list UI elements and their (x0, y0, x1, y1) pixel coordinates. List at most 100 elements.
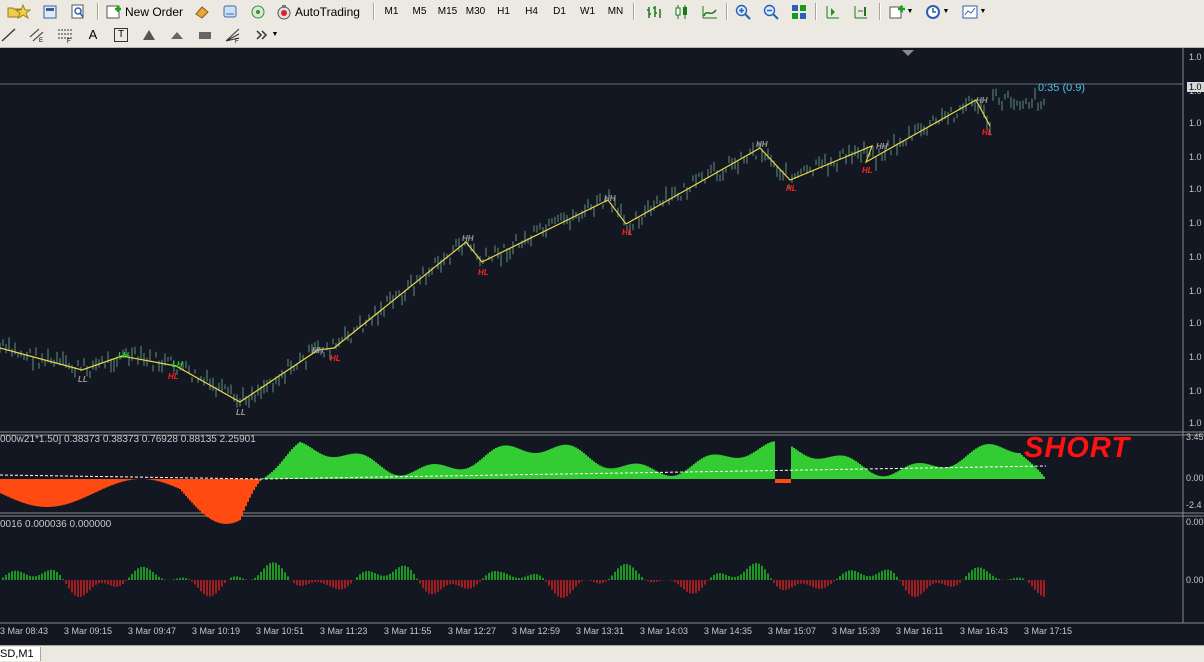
chevron-down-icon: ▼ (942, 8, 950, 15)
zoom-out-icon[interactable] (762, 2, 780, 21)
chart-shift-icon[interactable] (852, 2, 870, 21)
auto-trading-label: AutoTrading (295, 4, 360, 19)
equidistant-channel-icon[interactable]: E (28, 25, 46, 44)
fibonacci-icon[interactable]: F (56, 25, 74, 44)
favorites-icon[interactable] (14, 2, 32, 21)
time-label: 3 Mar 10:51 (256, 626, 305, 636)
timeframe-mn[interactable]: MN (602, 2, 629, 21)
timeframe-m15[interactable]: M15 (434, 2, 461, 21)
fibonacci-fan-icon[interactable]: F (224, 25, 242, 44)
swing-label: HL (982, 128, 993, 137)
scroll-chart-icon[interactable] (824, 2, 842, 21)
time-label: 3 Mar 10:19 (192, 626, 241, 636)
short-signal-label: SHORT (1024, 432, 1130, 464)
swing-label: LH (118, 351, 129, 360)
swing-label: HL (168, 372, 179, 381)
arrow-icon[interactable] (140, 25, 158, 44)
new-order-button[interactable]: New Order (106, 2, 186, 21)
timeframe-m30[interactable]: M30 (462, 2, 489, 21)
chart-window[interactable]: 1.01.01.01.01.01.01.01.01.01.01.01.0 1.0… (0, 48, 1204, 645)
periods-button[interactable]: ▼ (922, 2, 952, 21)
swing-label: HL (478, 268, 489, 277)
swing-label: HL (786, 184, 797, 193)
swing-label: LL (236, 408, 246, 417)
swing-label: LL (78, 375, 88, 384)
candle-chart-icon[interactable] (673, 2, 691, 21)
time-label: 3 Mar 09:15 (64, 626, 113, 636)
indicator1-label: 000w21*1.50] 0.38373 0.38373 0.76928 0.8… (0, 434, 256, 445)
swing-label: HH (312, 346, 324, 355)
time-label: 3 Mar 17:15 (1024, 626, 1073, 636)
auto-trading-icon (277, 4, 291, 19)
swing-label: HH (756, 140, 768, 149)
periods-icon (925, 4, 940, 19)
chart-tab[interactable]: SD,M1 (0, 647, 41, 661)
time-label: 3 Mar 12:27 (448, 626, 497, 636)
time-label: 3 Mar 14:35 (704, 626, 753, 636)
line-chart-icon[interactable] (701, 2, 719, 21)
price-label: 1.0 (1189, 52, 1202, 62)
price-label: 1.0 (1189, 352, 1202, 362)
chart-shift-marker (902, 50, 914, 56)
timeframe-d1[interactable]: D1 (546, 2, 573, 21)
text-tool[interactable]: A (84, 25, 102, 44)
indicator1-scale-bottom: -2.4 (1186, 500, 1202, 510)
indicators-button[interactable]: ▼ (887, 2, 915, 21)
price-label: 1.0 (1189, 118, 1202, 128)
swing-label: HL (862, 166, 873, 175)
price-label: 1.0 (1189, 152, 1202, 162)
timeframe-m1[interactable]: M1 (378, 2, 405, 21)
timeframe-h1[interactable]: H1 (490, 2, 517, 21)
price-label: 1.0 (1189, 318, 1202, 328)
time-label: 3 Mar 11:23 (320, 626, 368, 636)
time-label: 3 Mar 08:43 (0, 626, 49, 636)
triangle-tool-icon[interactable] (168, 25, 186, 44)
profiles-icon[interactable] (41, 2, 59, 21)
candle-timer: 0:35 (0.9) (1038, 82, 1086, 94)
navigator-icon[interactable] (221, 2, 239, 21)
svg-text:E: E (39, 38, 43, 43)
market-watch-icon[interactable] (193, 2, 211, 21)
zoom-window-icon[interactable] (69, 2, 87, 21)
time-label: 3 Mar 16:43 (960, 626, 1009, 636)
main-toolbar: New Order AutoTrading M1 M5 M15 M30 H1 H… (0, 0, 1204, 24)
time-label: 3 Mar 15:07 (768, 626, 817, 636)
price-label: 1.0 (1189, 386, 1202, 396)
timeframe-w1[interactable]: W1 (574, 2, 601, 21)
swing-label: HH (604, 194, 616, 203)
indicator2-scale-top: 0.00 (1186, 517, 1204, 527)
indicator2-scale-mid: 0.00 (1186, 575, 1204, 585)
toolbar-separator (633, 3, 635, 20)
templates-button[interactable]: ▼ (958, 2, 990, 21)
swing-label: HL (622, 228, 633, 237)
price-label: 1.0 (1189, 252, 1202, 262)
toolbar-separator (879, 3, 881, 20)
svg-text:F: F (67, 39, 71, 43)
chart-canvas[interactable] (0, 48, 1204, 645)
text-label-tool: T (114, 27, 128, 42)
toolbar-separator (726, 3, 728, 20)
more-tools-button[interactable]: ▼ (252, 25, 280, 44)
time-label: 3 Mar 09:47 (128, 626, 177, 636)
templates-icon (962, 5, 978, 18)
bar-chart-icon[interactable] (645, 2, 663, 21)
rectangle-icon[interactable] (196, 25, 214, 44)
signal-icon[interactable] (249, 2, 267, 21)
indicator1-scale-top: 3.45 (1186, 432, 1204, 442)
tile-windows-icon[interactable] (790, 2, 808, 21)
timeframe-h4[interactable]: H4 (518, 2, 545, 21)
auto-trading-button[interactable]: AutoTrading (276, 2, 368, 21)
zoom-in-icon[interactable] (734, 2, 752, 21)
text-label-button[interactable]: T (112, 25, 130, 44)
time-label: 3 Mar 15:39 (832, 626, 881, 636)
timeframe-m5[interactable]: M5 (406, 2, 433, 21)
drawing-toolbar: E F A T F ▼ (0, 23, 1204, 48)
indicator2-label: 0016 0.000036 0.000000 (0, 519, 112, 530)
swing-label: LH (172, 360, 183, 369)
swing-label: HH (976, 96, 988, 105)
line-tool-icon[interactable] (0, 25, 18, 44)
swing-label: HH (876, 142, 888, 151)
time-label: 3 Mar 14:03 (640, 626, 689, 636)
time-label: 3 Mar 12:59 (512, 626, 561, 636)
more-tools-icon (256, 29, 267, 40)
